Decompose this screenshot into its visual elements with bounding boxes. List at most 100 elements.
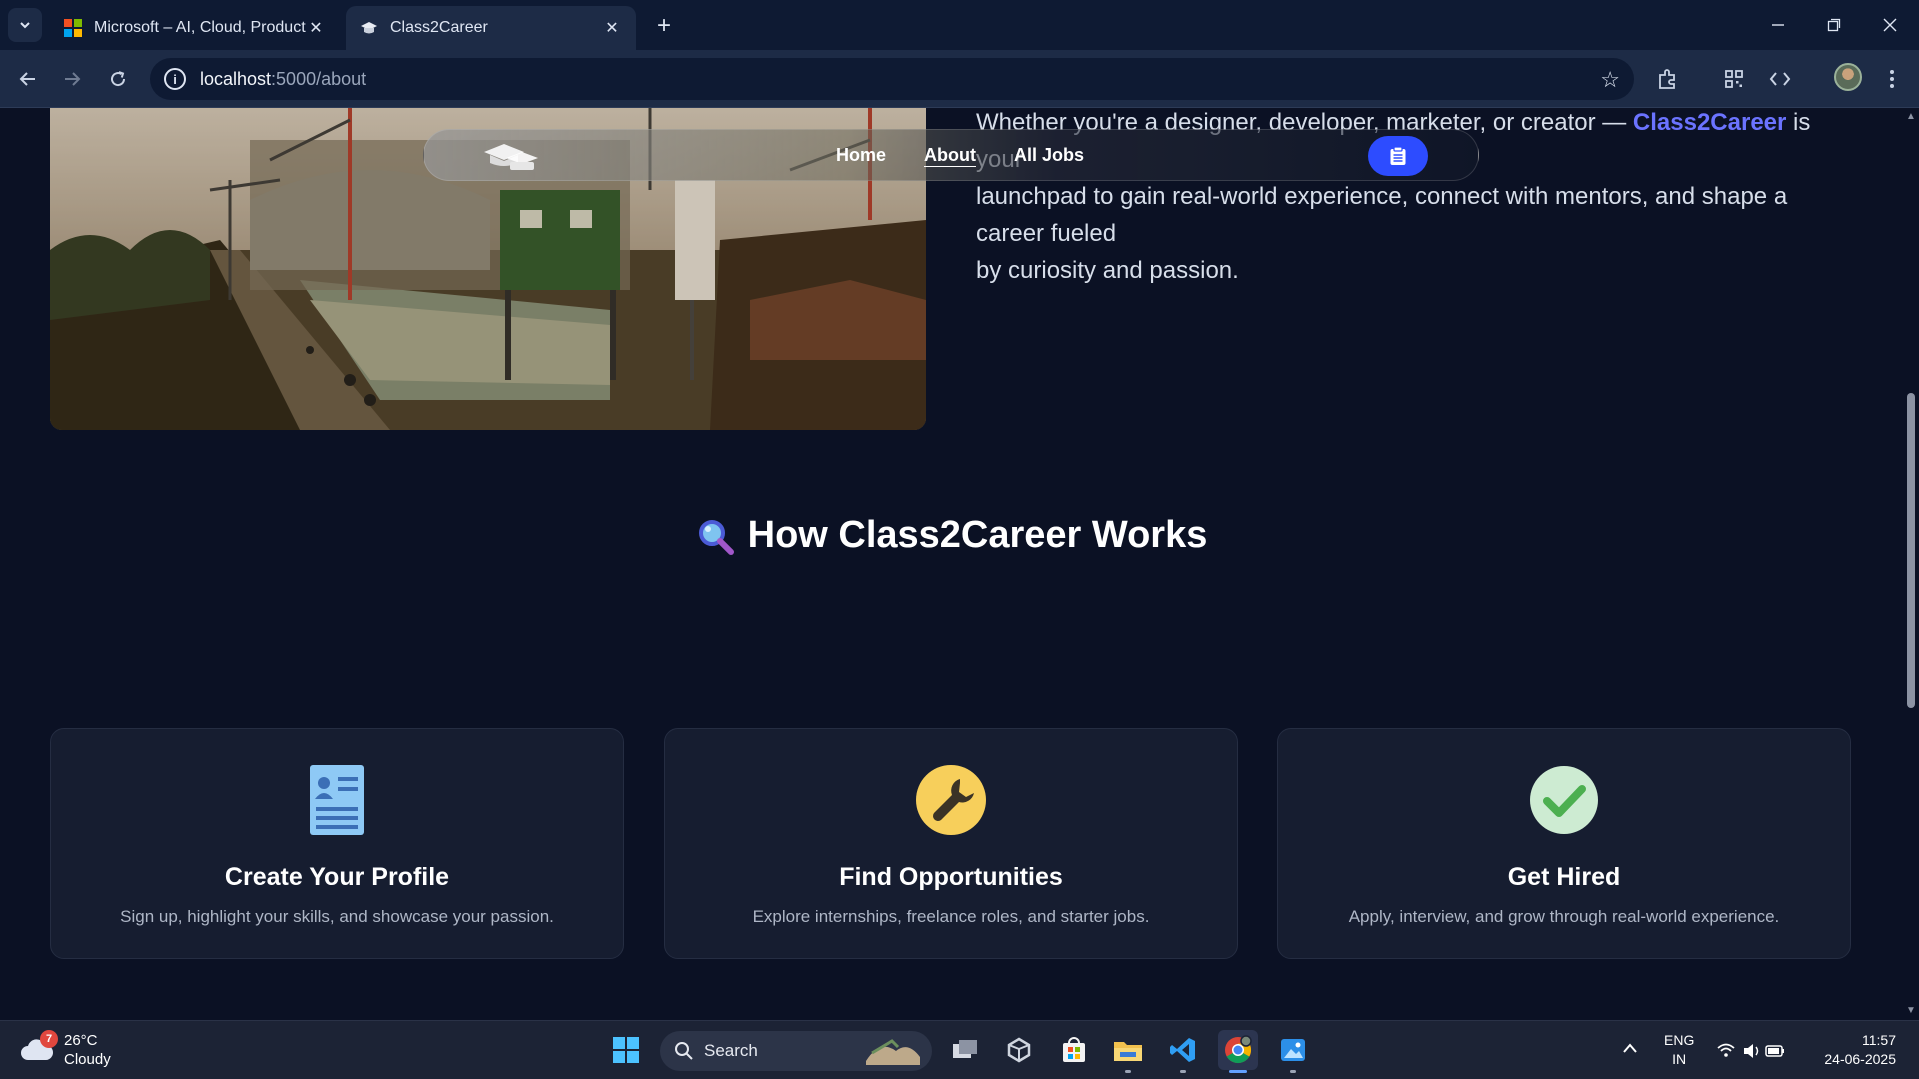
minimize-icon xyxy=(1772,24,1784,26)
windows-logo-icon xyxy=(613,1037,639,1063)
weather-temp: 26°C xyxy=(64,1032,98,1049)
card-title: Get Hired xyxy=(1507,863,1621,891)
clock-date: 24-06-2025 xyxy=(1824,1051,1896,1067)
running-indicator xyxy=(1290,1070,1296,1073)
profile-card-icon xyxy=(302,765,372,835)
card-description: Explore internships, freelance roles, an… xyxy=(752,907,1150,926)
chrome-icon xyxy=(1225,1035,1252,1064)
taskbar-app-unity[interactable] xyxy=(999,1030,1039,1070)
card-description: Sign up, highlight your skills, and show… xyxy=(120,907,554,926)
more-vertical-icon xyxy=(1890,70,1894,88)
task-view-button[interactable] xyxy=(945,1030,985,1070)
applications-button[interactable] xyxy=(1368,136,1428,176)
tab-class2career[interactable]: Class2Career ✕ xyxy=(346,6,636,50)
vscode-icon xyxy=(1170,1038,1195,1062)
close-tab-icon[interactable]: ✕ xyxy=(306,18,326,38)
site-info-icon[interactable]: i xyxy=(164,68,186,90)
new-tab-button[interactable]: + xyxy=(650,12,678,40)
card-title: Find Opportunities xyxy=(839,863,1063,891)
class2career-logo[interactable] xyxy=(480,140,542,174)
magnifying-glass-icon xyxy=(698,519,734,555)
about-line-3: by curiosity and passion. xyxy=(976,257,1239,284)
tab-title: Microsoft – AI, Cloud, Productiv xyxy=(94,19,306,36)
nav-all-jobs-link[interactable]: All Jobs xyxy=(1014,145,1084,166)
clipboard-icon xyxy=(1390,146,1406,165)
qr-code-button[interactable] xyxy=(1718,63,1750,95)
step-card-hired: Get Hired Apply, interview, and grow thr… xyxy=(1277,728,1851,959)
network-volume-battery-icons xyxy=(1717,1043,1784,1058)
scroll-up-arrow-icon[interactable]: ▲ xyxy=(1906,112,1916,122)
show-hidden-icons-button[interactable] xyxy=(1622,1041,1638,1057)
weather-alert-badge: 7 xyxy=(40,1030,58,1048)
restore-icon xyxy=(1827,18,1841,32)
taskbar-app-chrome[interactable] xyxy=(1218,1030,1258,1073)
microsoft-logo-icon xyxy=(64,19,82,37)
url-path: :5000/about xyxy=(271,68,367,89)
close-icon xyxy=(1883,18,1897,32)
forward-button[interactable] xyxy=(56,63,88,95)
folder-icon xyxy=(1114,1042,1142,1061)
chevron-up-icon xyxy=(1623,1043,1637,1053)
running-indicator xyxy=(1125,1070,1131,1073)
search-highlight-image xyxy=(866,1039,920,1065)
puzzle-icon xyxy=(1659,69,1675,89)
code-brackets-icon xyxy=(1769,72,1791,86)
system-clock[interactable]: 11:57 24-06-2025 xyxy=(1814,1031,1896,1069)
taskbar-app-store[interactable] xyxy=(1054,1030,1094,1070)
scroll-down-arrow-icon[interactable]: ▼ xyxy=(1906,1006,1916,1016)
card-title: Create Your Profile xyxy=(224,863,450,891)
taskbar-app-vscode[interactable] xyxy=(1163,1030,1203,1073)
graduation-cap-icon xyxy=(361,22,377,34)
language-indicator[interactable]: ENG IN xyxy=(1664,1031,1694,1069)
wrench-icon xyxy=(916,765,986,835)
nav-about-link[interactable]: About xyxy=(924,145,976,166)
taskbar-app-photos[interactable] xyxy=(1273,1030,1313,1073)
task-view-icon xyxy=(953,1040,977,1058)
cube-app-icon xyxy=(1007,1037,1031,1063)
profile-avatar[interactable] xyxy=(1834,63,1862,91)
taskbar-search[interactable]: Search xyxy=(660,1031,932,1071)
browser-tabstrip: Microsoft – AI, Cloud, Productiv ✕ Class… xyxy=(0,0,1919,50)
nav-home-link[interactable]: Home xyxy=(836,145,886,166)
address-bar[interactable]: i localhost:5000/about ☆ xyxy=(150,58,1634,100)
check-mark-icon xyxy=(1529,765,1599,835)
browser-menu-button[interactable] xyxy=(1876,63,1908,95)
photos-icon xyxy=(1281,1039,1305,1061)
card-description: Apply, interview, and grow through real-… xyxy=(1348,907,1780,926)
region-code: IN xyxy=(1672,1051,1687,1067)
close-tab-icon[interactable]: ✕ xyxy=(602,18,622,38)
page-scrollbar[interactable]: ▲ ▼ xyxy=(1903,108,1919,1020)
back-button[interactable] xyxy=(12,63,44,95)
windows-taskbar: 7 26°C Cloudy Search ENG IN 11:57 24-06-… xyxy=(0,1020,1919,1079)
reload-button[interactable] xyxy=(102,63,134,95)
language-code: ENG xyxy=(1664,1032,1695,1048)
arrow-right-icon xyxy=(65,72,81,86)
store-icon xyxy=(1063,1037,1085,1062)
running-indicator xyxy=(1180,1070,1186,1073)
reload-icon xyxy=(111,71,126,87)
extensions-button[interactable] xyxy=(1652,63,1684,95)
running-indicator xyxy=(1229,1070,1247,1073)
step-card-opportunities: Find Opportunities Explore internships, … xyxy=(664,728,1238,959)
weather-widget[interactable]: 7 26°C Cloudy xyxy=(20,1030,111,1069)
browser-toolbar: i localhost:5000/about ☆ xyxy=(0,50,1919,108)
arrow-left-icon xyxy=(19,72,35,86)
restore-button[interactable] xyxy=(1812,8,1856,42)
scrollbar-thumb[interactable] xyxy=(1907,393,1915,708)
taskbar-app-file-explorer[interactable] xyxy=(1108,1030,1148,1073)
devtools-button[interactable] xyxy=(1764,63,1796,95)
quick-settings-button[interactable] xyxy=(1716,1041,1786,1064)
chevron-down-icon xyxy=(20,22,30,29)
site-navbar: Home About All Jobs xyxy=(423,129,1479,181)
start-button[interactable] xyxy=(606,1030,646,1070)
tab-search-button[interactable] xyxy=(8,8,42,42)
close-window-button[interactable] xyxy=(1868,8,1912,42)
clock-time: 11:57 xyxy=(1862,1032,1896,1048)
tab-microsoft[interactable]: Microsoft – AI, Cloud, Productiv ✕ xyxy=(50,6,340,50)
step-card-profile: Create Your Profile Sign up, highlight y… xyxy=(50,728,624,959)
bookmark-star-icon[interactable]: ☆ xyxy=(1600,67,1620,93)
cloud-icon: 7 xyxy=(20,1030,58,1064)
minimize-button[interactable] xyxy=(1756,8,1800,42)
search-icon xyxy=(675,1042,693,1060)
search-label: Search xyxy=(704,1041,758,1060)
